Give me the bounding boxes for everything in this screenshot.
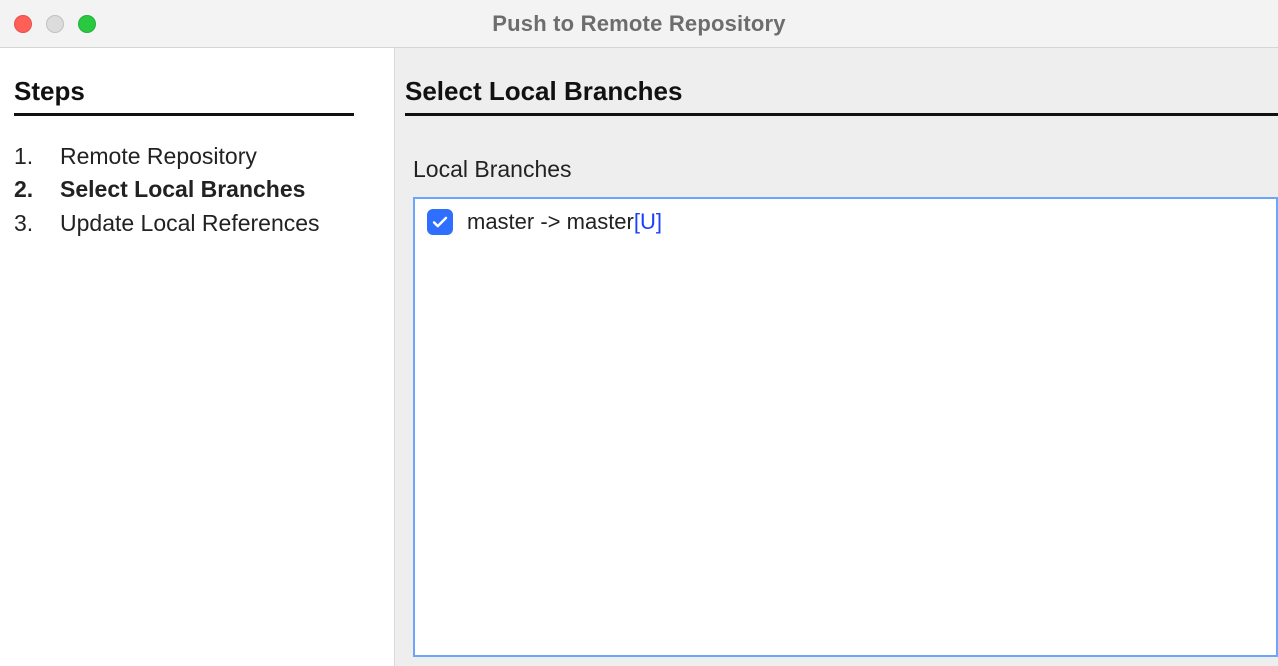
step-label: Update Local References [60,207,376,240]
window-titlebar: Push to Remote Repository [0,0,1278,48]
step-number: 3. [14,207,60,240]
wizard-steps-sidebar: Steps 1. Remote Repository 2. Select Loc… [0,48,395,666]
steps-list: 1. Remote Repository 2. Select Local Bra… [14,140,376,240]
main-panel: Select Local Branches Local Branches mas… [395,48,1278,666]
zoom-icon[interactable] [78,15,96,33]
panel-heading: Select Local Branches [405,76,1278,116]
branch-label: master -> master [U] [467,209,662,235]
step-label: Select Local Branches [60,173,376,206]
step-label: Remote Repository [60,140,376,173]
close-icon[interactable] [14,15,32,33]
steps-heading: Steps [14,76,354,116]
branch-row[interactable]: master -> master [U] [427,209,1264,235]
step-select-local-branches[interactable]: 2. Select Local Branches [14,173,376,206]
window-title: Push to Remote Repository [0,11,1278,37]
local-branches-list[interactable]: master -> master [U] [413,197,1278,657]
step-number: 1. [14,140,60,173]
branches-section-label: Local Branches [413,156,1278,183]
step-update-local-references[interactable]: 3. Update Local References [14,207,376,240]
step-remote-repository[interactable]: 1. Remote Repository [14,140,376,173]
minimize-icon[interactable] [46,15,64,33]
branch-checkbox[interactable] [427,209,453,235]
branch-mapping: master -> master [467,209,634,235]
traffic-lights [14,15,96,33]
step-number: 2. [14,173,60,206]
check-icon [431,213,449,231]
branch-status-flag: [U] [634,209,662,235]
